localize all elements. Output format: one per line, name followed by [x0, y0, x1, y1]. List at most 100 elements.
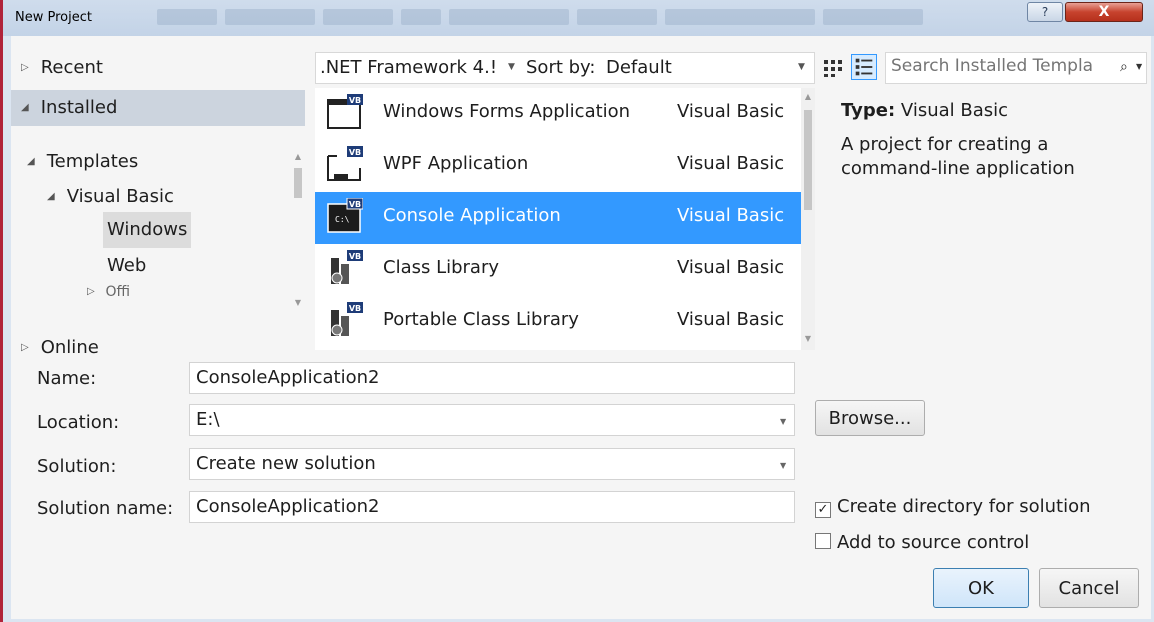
source-control-label: Add to source control [837, 532, 1030, 553]
svg-text:VB: VB [349, 96, 361, 105]
list-view-icon[interactable] [851, 54, 877, 80]
source-control-checkbox[interactable] [815, 533, 831, 549]
solution-select[interactable] [196, 453, 766, 474]
wpf-icon: VB [327, 146, 363, 181]
chevron-down-icon[interactable]: ▼ [780, 417, 786, 426]
help-button[interactable]: ? [1027, 2, 1063, 22]
svg-text:VB: VB [349, 304, 361, 313]
template-name: Class Library [383, 257, 500, 278]
svg-text:C:\: C:\ [335, 215, 350, 224]
name-label: Name: [37, 368, 97, 389]
detail-type-label: Type: [841, 100, 896, 121]
create-directory-checkbox[interactable]: ✓ [815, 502, 831, 518]
solution-select-box: ▼ [189, 448, 795, 480]
create-directory-label: Create directory for solution [837, 496, 1091, 517]
create-directory-option[interactable]: ✓ Create directory for solution [815, 496, 1091, 518]
solution-name-field-box [189, 491, 795, 523]
tree-item-templates[interactable]: ◢ Templates [27, 144, 138, 180]
new-project-dialog: New Project ? X ▷ Recent ◢ Installed ◢ T… [0, 0, 1154, 622]
template-language: Visual Basic [677, 153, 785, 174]
tree-item-label: Visual Basic [66, 186, 174, 207]
svg-text:VB: VB [349, 148, 361, 157]
scroll-up-icon[interactable]: ▲ [291, 152, 305, 164]
search-icon[interactable]: ⌕ [1120, 59, 1128, 75]
source-control-option[interactable]: Add to source control [815, 532, 1029, 553]
tree-item-label: Templates [46, 151, 139, 172]
template-row-windows-forms[interactable]: VB Windows Forms Application Visual Basi… [315, 88, 801, 140]
svg-text:VB: VB [349, 252, 361, 261]
scroll-down-icon[interactable]: ▼ [291, 298, 305, 310]
template-details: Type: Visual Basic A project for creatin… [841, 100, 1141, 181]
collapse-arrow-icon[interactable]: ◢ [47, 179, 61, 215]
template-language: Visual Basic [677, 205, 785, 226]
template-name: Console Application [383, 205, 561, 226]
tree-item-label: Installed [40, 97, 118, 118]
detail-type: Type: Visual Basic [841, 100, 1141, 121]
template-language: Visual Basic [677, 309, 785, 330]
chevron-down-icon[interactable]: ▼ [1136, 62, 1142, 71]
scroll-up-icon[interactable]: ▲ [801, 92, 815, 104]
expand-arrow-icon[interactable]: ▷ [21, 50, 35, 86]
search-input[interactable] [891, 56, 1121, 76]
template-language: Visual Basic [677, 101, 785, 122]
search-box: ⌕ ▼ [885, 52, 1147, 84]
ok-button[interactable]: OK [933, 568, 1029, 608]
close-button[interactable]: X [1065, 2, 1143, 22]
scroll-thumb[interactable] [294, 168, 302, 198]
chevron-down-icon[interactable]: ▼ [780, 461, 786, 470]
collapse-arrow-icon[interactable]: ◢ [21, 90, 35, 126]
portable-class-library-icon: VB [331, 302, 363, 336]
windows-forms-icon: VB [327, 94, 363, 129]
template-list-scrollbar[interactable]: ▲ ▼ [801, 88, 815, 350]
template-tree: ▷ Recent ◢ Installed ◢ Templates ◢ Visua… [11, 50, 305, 358]
sort-by-label: Sort by: [526, 57, 596, 78]
template-name: WPF Application [383, 153, 529, 174]
collapse-arrow-icon[interactable]: ◢ [27, 144, 41, 180]
location-label: Location: [37, 412, 120, 433]
detail-type-value: Visual Basic [900, 100, 1009, 121]
template-name: Windows Forms Application [383, 101, 631, 122]
browse-button[interactable]: Browse... [815, 400, 925, 436]
tree-scrollbar[interactable]: ▲ ▼ [291, 152, 305, 310]
scroll-thumb[interactable] [804, 110, 812, 210]
location-field-box: ▼ [189, 404, 795, 436]
tree-item-installed[interactable]: ◢ Installed [11, 90, 305, 126]
template-language: Visual Basic [677, 257, 785, 278]
name-field[interactable] [196, 367, 766, 388]
solution-name-field[interactable] [196, 496, 766, 517]
tree-item-recent[interactable]: ▷ Recent [21, 50, 103, 86]
tree-item-label: Offi [105, 284, 131, 300]
tree-item-office[interactable]: ▷ Offi [87, 282, 130, 302]
tree-item-visual-basic[interactable]: ◢ Visual Basic [47, 179, 174, 215]
dialog-client-area: ▷ Recent ◢ Installed ◢ Templates ◢ Visua… [11, 36, 1151, 619]
dialog-title: New Project [15, 10, 92, 25]
chevron-down-icon[interactable]: ▼ [508, 62, 515, 72]
filter-bar: .NET Framework 4.! ▼ Sort by: Default ▼ [315, 52, 815, 84]
detail-description: A project for creating a command-line ap… [841, 134, 1075, 179]
chevron-down-icon[interactable]: ▼ [798, 62, 805, 72]
expand-arrow-icon[interactable]: ▷ [87, 282, 101, 302]
template-row-class-library[interactable]: VB Class Library Visual Basic [315, 244, 801, 296]
template-list: VB Windows Forms Application Visual Basi… [315, 88, 801, 350]
cancel-button[interactable]: Cancel [1039, 568, 1139, 608]
tree-item-label: Recent [40, 57, 103, 78]
location-field[interactable] [196, 409, 766, 430]
solution-label: Solution: [37, 456, 117, 477]
sort-by-select[interactable]: Default [606, 57, 672, 78]
solution-name-label: Solution name: [37, 498, 174, 519]
title-bar[interactable]: New Project ? X [3, 0, 1154, 36]
tree-item-windows[interactable]: Windows [103, 212, 192, 248]
name-field-box [189, 362, 795, 394]
template-row-wpf[interactable]: VB WPF Application Visual Basic [315, 140, 801, 192]
template-row-console[interactable]: C:\ VB Console Application Visual Basic [315, 192, 801, 244]
class-library-icon: VB [331, 250, 363, 284]
framework-select[interactable]: .NET Framework 4.! [320, 57, 497, 78]
scroll-down-icon[interactable]: ▼ [801, 334, 815, 346]
template-name: Portable Class Library [383, 309, 579, 330]
template-row-portable-class-library[interactable]: VB Portable Class Library Visual Basic [315, 296, 801, 348]
console-icon: C:\ VB [327, 198, 363, 233]
background-toolbar [153, 6, 1013, 28]
small-icons-view-icon[interactable] [821, 56, 845, 80]
svg-text:VB: VB [349, 200, 361, 209]
tree-item-web[interactable]: Web [107, 248, 146, 284]
